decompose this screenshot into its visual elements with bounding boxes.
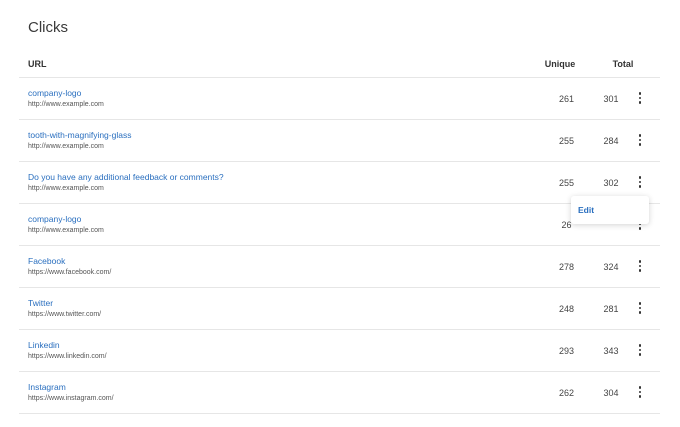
table-row: company-logo http://www.example.com 261 301 — [19, 78, 660, 120]
unique-count: 278 — [558, 262, 575, 272]
link-name[interactable]: Facebook — [28, 256, 65, 266]
link-url: http://www.example.com — [28, 227, 104, 234]
link-name[interactable]: company-logo — [28, 88, 81, 98]
table-row: Twitter https://www.twitter.com/248 281 — [19, 288, 660, 330]
total-count: 343 — [603, 346, 619, 356]
link-name[interactable]: Instagram — [28, 382, 66, 392]
unique-count: 255 — [558, 178, 575, 188]
table-row: Facebook https://www.facebook.com/278 324 — [19, 246, 660, 288]
unique-count: 293 — [558, 346, 575, 356]
link-url: https://www.linkedin.com/ — [28, 353, 107, 360]
link-name[interactable]: company-logo — [28, 214, 81, 224]
table-row: Instagram https://www.instagram.com/262 30… — [19, 372, 660, 414]
table-row: tooth-with-magnifying-glass http://www.ex… — [19, 120, 660, 162]
table-header: URL Unique Total — [19, 55, 660, 78]
more-vertical-icon[interactable] — [633, 301, 647, 315]
table-row: Do you have any additional feedback or c… — [19, 162, 660, 204]
link-name[interactable]: tooth-with-magnifying-glass — [28, 130, 131, 140]
table-row: company-logo http://www.example.com 26 — [19, 204, 660, 246]
link-url: https://www.twitter.com/ — [28, 311, 102, 318]
more-vertical-icon[interactable] — [633, 259, 647, 273]
more-vertical-icon[interactable] — [633, 91, 647, 105]
page-title: Clicks — [28, 19, 68, 36]
total-count: 302 — [603, 178, 619, 188]
column-header-url: URL — [28, 59, 47, 69]
total-count: 324 — [603, 262, 619, 272]
link-url: https://www.facebook.com/ — [28, 269, 112, 276]
row-action-menu: Edit — [571, 196, 649, 224]
more-vertical-icon[interactable] — [633, 175, 647, 189]
link-name[interactable]: Linkedin — [28, 340, 60, 350]
more-vertical-icon[interactable] — [633, 385, 647, 399]
unique-count: 261 — [558, 94, 575, 104]
link-name[interactable]: Do you have any additional feedback or c… — [28, 172, 224, 182]
total-count: 281 — [603, 304, 619, 314]
unique-count: 248 — [558, 304, 575, 314]
link-url: https://www.instagram.com/ — [28, 395, 114, 402]
link-url: http://www.example.com — [28, 185, 104, 192]
clicks-table-body: company-logo http://www.example.com 261 301… — [19, 78, 660, 414]
link-name[interactable]: Twitter — [28, 298, 53, 308]
more-vertical-icon[interactable] — [633, 133, 647, 147]
unique-count: 262 — [558, 388, 575, 398]
edit-menu-item[interactable]: Edit — [578, 205, 594, 215]
total-count: 304 — [603, 388, 619, 398]
table-row: Linkedin https://www.linkedin.com/293 343 — [19, 330, 660, 372]
total-count: 284 — [603, 136, 619, 146]
column-header-total: Total — [612, 59, 634, 69]
column-header-unique: Unique — [544, 59, 576, 69]
more-vertical-icon[interactable] — [633, 343, 647, 357]
unique-count: 255 — [558, 136, 575, 146]
total-count: 301 — [603, 94, 619, 104]
link-url: http://www.example.com — [28, 101, 104, 108]
link-url: http://www.example.com — [28, 143, 104, 150]
